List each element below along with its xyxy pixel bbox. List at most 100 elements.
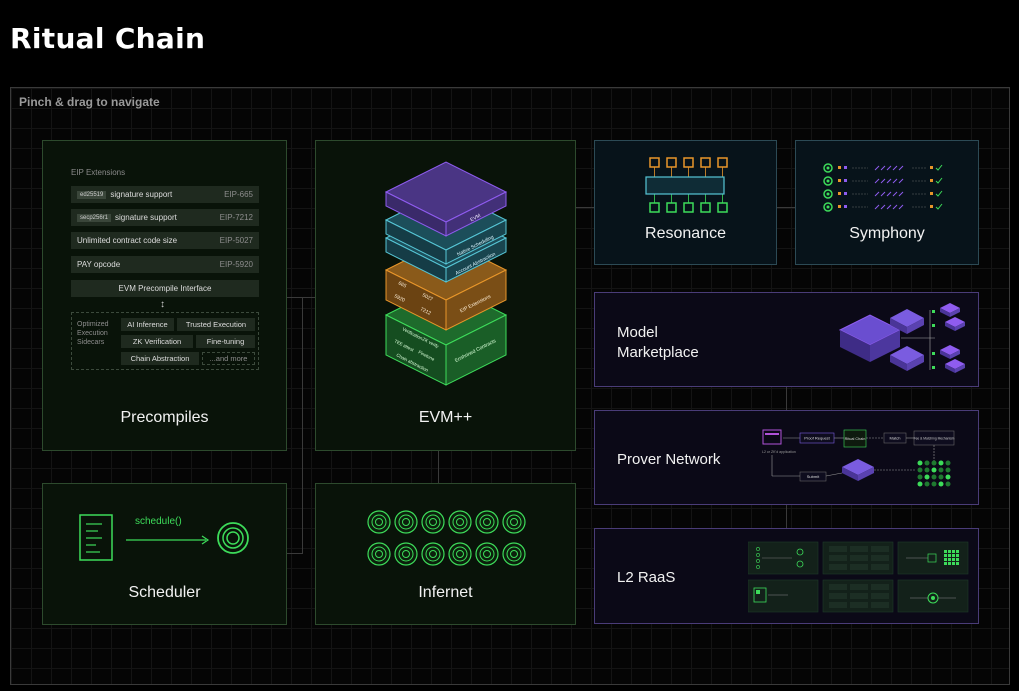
infernet-node (421, 542, 445, 566)
eip-row: ed25519 signature support EIP-665 (71, 186, 259, 203)
schedule-code: schedule() (135, 516, 182, 527)
symphony-node-core (826, 205, 830, 209)
l2-cell (871, 584, 889, 590)
prover-node (938, 467, 944, 473)
l2raas-label: L2 RaaS (617, 569, 676, 586)
symphony-stroke (886, 178, 892, 184)
eip-text: Unlimited contract code size (77, 236, 178, 245)
symphony-task (844, 166, 847, 169)
l2-grid-cell (952, 550, 955, 553)
l2raas-illustration (748, 541, 969, 613)
navigation-hint: Pinch & drag to navigate (19, 95, 160, 109)
symphony-result (930, 166, 933, 169)
symphony-stroke (892, 165, 898, 171)
prover-illustration: L2 or ZK’d application Proof Request Rit… (762, 429, 955, 487)
symphony-stroke (880, 178, 886, 184)
evm-label: EVM++ (418, 409, 473, 426)
eip-number: EIP-7212 (219, 213, 253, 222)
resonance-top-node (717, 157, 728, 168)
connector (786, 386, 787, 410)
l2-grid-cell (956, 554, 959, 557)
l2-grid-cell (956, 550, 959, 553)
symphony-task (838, 192, 841, 195)
l2-cell (829, 593, 847, 599)
prover-node (931, 467, 937, 473)
l2-grid-cell (952, 562, 955, 565)
symphony-task (844, 192, 847, 195)
symphony-stroke (892, 204, 898, 210)
symphony-stroke (880, 165, 886, 171)
precompiles-label: Precompiles (120, 409, 209, 426)
prover-node (945, 460, 951, 466)
resonance-bottom-node (683, 202, 694, 213)
l2-grid-cell (952, 558, 955, 561)
l2-grid-cell (948, 554, 951, 557)
l2-grid-cell (956, 558, 959, 561)
l2-grid-cell (948, 550, 951, 553)
infernet-node (421, 510, 445, 534)
l2-grid-cell (944, 550, 947, 553)
infernet-nodes-illustration (367, 510, 526, 566)
eip-row: Unlimited contract code size EIP-5027 (71, 232, 259, 249)
resonance-bottom-node (666, 202, 677, 213)
connector (287, 553, 303, 554)
l2-cell (829, 602, 847, 608)
marketplace-illustration (838, 303, 965, 373)
prover-node (945, 481, 951, 487)
prover-node (924, 460, 930, 466)
symphony-stroke (880, 204, 886, 210)
infernet-node (502, 510, 526, 534)
resonance-top-node (649, 157, 660, 168)
eip-row: PAY opcode EIP-5920 (71, 256, 259, 273)
l2-cell (829, 555, 847, 561)
resonance-label: Resonance (645, 225, 726, 242)
fee-market-label: Fee & Matching Mechanism (914, 437, 955, 441)
prover-node (938, 474, 944, 480)
submit-label: Submit (807, 474, 820, 479)
sidecar-tag: AI Inference (121, 318, 174, 331)
resonance-illustration (645, 157, 728, 213)
symphony-node-core (826, 166, 830, 170)
infernet-label: Infernet (418, 584, 473, 601)
symphony-stroke (880, 191, 886, 197)
prover-node (938, 481, 944, 487)
prover-node (924, 467, 930, 473)
eip-text: signature support (110, 190, 173, 199)
l2-grid-cell (948, 562, 951, 565)
connector (302, 297, 303, 554)
eip-row: secp256r1 signature support EIP-7212 (71, 209, 259, 226)
check-icon (935, 203, 943, 210)
l2-cell (871, 593, 889, 599)
resonance-bottom-node (700, 202, 711, 213)
sidecar-tag: Chain Abstraction (121, 352, 199, 365)
connector (576, 207, 595, 208)
eip-extensions-header: EIP Extensions (71, 168, 126, 177)
eip-number: EIP-5027 (219, 236, 253, 245)
prover-node (917, 474, 923, 480)
infernet-node (394, 510, 418, 534)
l2-cell (871, 602, 889, 608)
l2-node-core (931, 596, 935, 600)
infernet-node (502, 542, 526, 566)
l2-cell (829, 584, 847, 590)
sidecars-label: Optimized Execution Sidecars (77, 321, 109, 346)
infernet-node (394, 542, 418, 566)
l2-cell (829, 546, 847, 552)
prover-label: Prover Network (617, 451, 721, 468)
l2-cell (850, 564, 868, 570)
check-icon (935, 164, 943, 171)
match-label: Match (890, 436, 901, 441)
symphony-stroke (874, 204, 880, 210)
l2-cell (850, 593, 868, 599)
symphony-task (838, 166, 841, 169)
prover-node (917, 481, 923, 487)
resonance-top-node (666, 157, 677, 168)
prover-node (917, 460, 923, 466)
symphony-stroke (898, 191, 904, 197)
infernet-node (367, 510, 391, 534)
infernet-node (367, 542, 391, 566)
symphony-task (844, 205, 847, 208)
resonance-bottom-node (717, 202, 728, 213)
prover-l2-label: L2 or ZK’d application (762, 450, 796, 454)
sidecar-tag: ZK Verification (121, 335, 193, 348)
